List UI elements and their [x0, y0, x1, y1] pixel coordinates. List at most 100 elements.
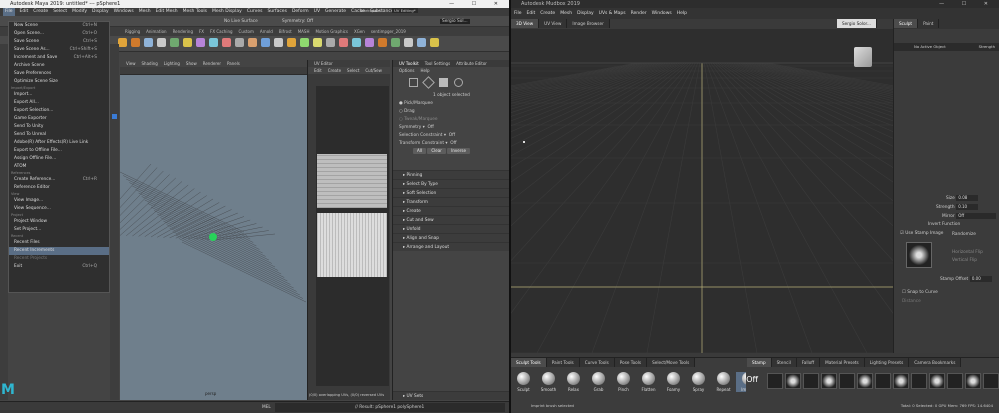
shelf-tool-icon[interactable]	[378, 38, 387, 47]
tab-uv-toolkit[interactable]: UV Toolkit	[399, 60, 419, 67]
shelf-tool-icon[interactable]	[300, 38, 309, 47]
view-tab-3d-view[interactable]: 3D View	[511, 19, 540, 28]
file-menu-item-export-to-offline-file[interactable]: Export to Offline File...	[9, 147, 109, 155]
shelf-tab-bifrost[interactable]: Bifrost	[279, 27, 292, 36]
view-tab-uv-view[interactable]: UV View	[539, 19, 568, 28]
stamp-tab-material-presets[interactable]: Material Presets	[820, 358, 865, 367]
tool-foamy[interactable]: Foamy	[661, 372, 686, 392]
shelf-tool-icon[interactable]	[144, 38, 153, 47]
viewport-menu-shading[interactable]: Shading	[142, 60, 158, 67]
mudbox-menu-render[interactable]: Render	[631, 8, 647, 19]
stamp-tab-camera-bookmarks[interactable]: Camera Bookmarks	[909, 358, 962, 367]
stamp-thumbnail[interactable]	[784, 373, 801, 389]
vertex-mode-icon[interactable]	[422, 76, 435, 89]
snap-to-curve-toggle[interactable]: ☐ Snap to Curve	[894, 290, 999, 299]
shelf-tool-icon[interactable]	[430, 38, 439, 47]
command-result[interactable]: // Result: pSphere1 polySphere1	[275, 403, 505, 412]
menu-select[interactable]: Select	[53, 8, 67, 16]
file-menu-item-export-all[interactable]: Export All...	[9, 99, 109, 107]
user-badge[interactable]: Sergio Sol...	[440, 19, 470, 24]
size-field[interactable]: 0.08	[956, 195, 979, 201]
tool-imprint[interactable]: Imprint	[736, 372, 747, 392]
shelf-tab-fx[interactable]: FX	[199, 27, 204, 36]
file-menu-item-reference-editor[interactable]: Reference Editor	[9, 184, 109, 192]
shelf-tool-icon[interactable]	[170, 38, 179, 47]
tool-tab-paint-tools[interactable]: Paint Tools	[546, 358, 580, 367]
stamp-preview-image[interactable]	[906, 242, 932, 268]
mel-label[interactable]: MEL	[262, 405, 271, 410]
uv-sets-section[interactable]: ▸ UV Sets	[393, 391, 509, 400]
viewport-menu-panels[interactable]: Panels	[227, 60, 240, 67]
mudbox-3d-viewport[interactable]	[511, 29, 893, 353]
stamp-thumbnail[interactable]	[856, 373, 873, 389]
stamp-thumbnail[interactable]	[820, 373, 837, 389]
shelf-tab-mash[interactable]: MASH	[298, 27, 310, 36]
shelf-tool-icon[interactable]	[209, 38, 218, 47]
shelf-tab-motion-graphics[interactable]: Motion Graphics	[315, 27, 348, 36]
file-menu-item-save-scene[interactable]: Save Scene Ctrl+S	[9, 38, 109, 46]
file-menu-item-game-exporter[interactable]: Game Exporter	[9, 115, 109, 123]
section-soft-selection[interactable]: ▸ Soft Selection	[393, 188, 509, 197]
pick-marquee-option[interactable]: ● Pick/Marquee	[393, 100, 509, 108]
viewport-menu-lighting[interactable]: Lighting	[164, 60, 180, 67]
stamp-tab-stencil[interactable]: Stencil	[771, 358, 797, 367]
section-pinning[interactable]: ▸ Pinning	[393, 170, 509, 179]
section-create[interactable]: ▸ Create	[393, 206, 509, 215]
uv-canvas[interactable]	[316, 86, 389, 386]
shelf-tool-icon[interactable]	[235, 38, 244, 47]
tool-tab-select-move-tools[interactable]: Select/Move Tools	[647, 358, 696, 367]
file-menu-item-recent-files[interactable]: Recent Files	[9, 239, 109, 247]
viewport-menu-view[interactable]: View	[126, 60, 136, 67]
tool-tab-pose-tools[interactable]: Pose Tools	[614, 358, 648, 367]
right-tab-sculpt[interactable]: Sculpt	[894, 19, 919, 28]
shelf-tool-icon[interactable]	[118, 38, 127, 47]
file-menu-item-assign-offline-file[interactable]: Assign Offline File...	[9, 155, 109, 163]
horizontal-flip-toggle[interactable]: Horizontal Flip	[952, 250, 983, 255]
tool-sculpt[interactable]: Sculpt	[511, 372, 536, 392]
shelf-tool-icon[interactable]	[313, 38, 322, 47]
mudbox-menu-edit[interactable]: Edit	[527, 8, 536, 19]
maya-viewport[interactable]: View Shading Lighting Show Renderer Panels pe…	[120, 60, 307, 400]
distance-row[interactable]: Distance	[894, 299, 999, 308]
menu-mesh-display[interactable]: Mesh Display	[212, 8, 242, 16]
file-menu-item-view-sequence[interactable]: View Sequence...	[9, 205, 109, 213]
stamp-thumbnail[interactable]	[802, 373, 819, 389]
tool-relax[interactable]: Relax	[561, 372, 586, 392]
mudbox-menu-help[interactable]: Help	[677, 8, 687, 19]
shelf-tool-icon[interactable]	[274, 38, 283, 47]
file-menu-item-exit[interactable]: Exit Ctrl+Q	[9, 263, 109, 271]
stamp-tab-stamp[interactable]: Stamp	[747, 358, 772, 367]
size-row[interactable]: Size 0.08	[894, 195, 999, 204]
stamp-thumbnail[interactable]	[964, 373, 981, 389]
shelf-tool-icon[interactable]	[365, 38, 374, 47]
uv-menu-edit[interactable]: Edit	[314, 67, 322, 74]
file-menu-item-new-scene[interactable]: New Scene Ctrl+N	[9, 22, 109, 30]
section-select-by-type[interactable]: ▸ Select By Type	[393, 179, 509, 188]
toolkit-menu-options[interactable]: Options	[399, 67, 414, 74]
tool-pinch[interactable]: Pinch	[611, 372, 636, 392]
stamp-offset-row[interactable]: Stamp Offset 0.00	[894, 276, 999, 286]
file-menu-item-view-image[interactable]: View Image...	[9, 197, 109, 205]
randomize-label[interactable]: Randomize	[952, 232, 976, 237]
uv-shell-lower[interactable]	[317, 213, 387, 277]
window-controls[interactable]: — ☐ ✕	[449, 0, 506, 8]
layer-row[interactable]: No Active Object Strength	[894, 43, 999, 51]
section-cut-and-sew[interactable]: ▸ Cut and Sew	[393, 215, 509, 224]
shelf-tool-icon[interactable]	[417, 38, 426, 47]
uv-menu-select[interactable]: Select	[347, 67, 359, 74]
file-menu-item-increment-and-save[interactable]: Increment and Save Ctrl+Alt+S	[9, 54, 109, 62]
menu-surfaces[interactable]: Surfaces	[267, 8, 287, 16]
tool-smooth[interactable]: Smooth	[536, 372, 561, 392]
tool-flatten[interactable]: Flatten	[636, 372, 661, 392]
tool-tab-sculpt-tools[interactable]: Sculpt Tools	[511, 358, 547, 367]
stamp-thumbnail[interactable]	[910, 373, 927, 389]
file-menu-item-save-scene-as[interactable]: Save Scene As... Ctrl+Shift+S	[9, 46, 109, 54]
file-menu-item-recent-projects[interactable]: Recent Projects	[9, 255, 109, 263]
view-cube-icon[interactable]	[854, 47, 872, 67]
clear-button[interactable]: Clear	[427, 148, 446, 154]
shelf-tool-icon[interactable]	[196, 38, 205, 47]
section-align-and-snap[interactable]: ▸ Align and Snap	[393, 233, 509, 242]
tab-attribute-editor[interactable]: Attribute Editor	[456, 60, 487, 67]
mudbox-user-badge[interactable]: Sergio Solor...	[837, 19, 877, 28]
file-menu-item-optimize-scene-size[interactable]: Optimize Scene Size	[9, 78, 109, 86]
